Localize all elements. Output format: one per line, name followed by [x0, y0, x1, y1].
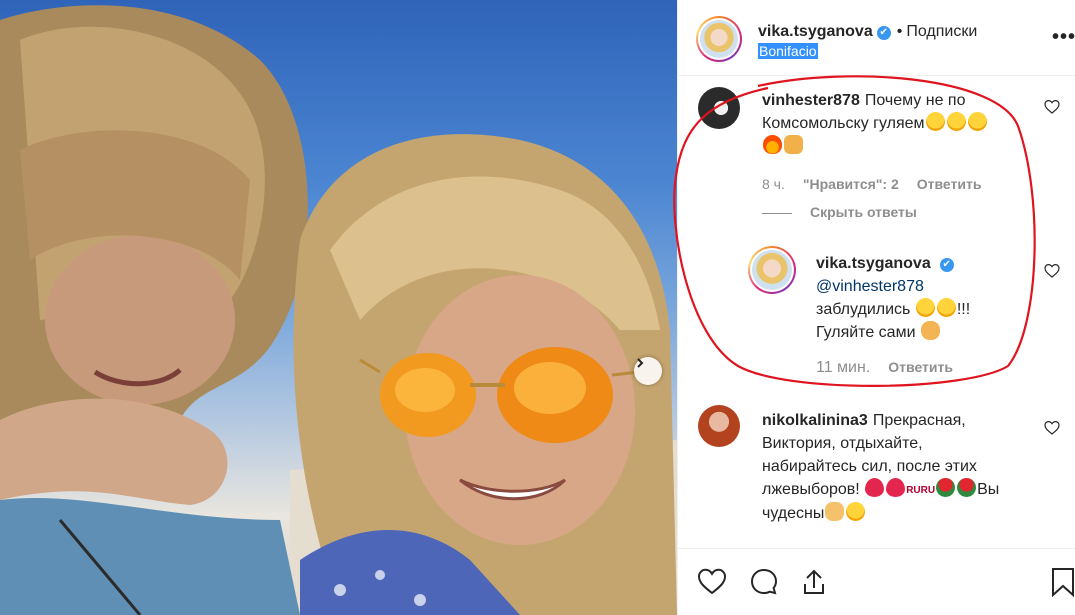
- comment-username[interactable]: vinhester878: [762, 92, 860, 109]
- comment-like-heart-icon[interactable]: [1044, 99, 1060, 115]
- share-icon[interactable]: [798, 566, 830, 598]
- author-avatar[interactable]: [696, 16, 742, 62]
- rofl-emoji-icon: [936, 298, 956, 317]
- photo-illustration: [0, 5, 677, 615]
- hide-replies-line: [762, 213, 792, 214]
- raised-hands-emoji-icon: [784, 135, 803, 154]
- reply-username[interactable]: vika.tsyganova: [816, 255, 931, 272]
- heart-emoji-icon: [865, 478, 885, 497]
- rofl-emoji-icon: [915, 298, 935, 317]
- next-photo-button[interactable]: [634, 357, 662, 385]
- reply-time: 11 мин.: [816, 359, 871, 376]
- comment-body-line: Прекрасная,: [872, 412, 966, 429]
- bookmark-icon[interactable]: [1047, 566, 1075, 598]
- ok-hand-emoji-icon: [920, 321, 940, 340]
- comment-body-line: Комсомольску гуляем: [762, 115, 925, 132]
- mention-link[interactable]: @vinhester878: [816, 278, 924, 295]
- comment-body-line: набирайтесь сил, после этих: [762, 458, 977, 475]
- reply-meta: 11 мин. Ответить: [816, 359, 971, 377]
- post-photo: [0, 0, 677, 615]
- author-line: vika.tsyganova ✔ • Подписки: [758, 23, 977, 41]
- more-options-button[interactable]: •••: [1052, 26, 1075, 49]
- rose-emoji-icon: [957, 478, 977, 497]
- action-bar: [678, 548, 1075, 615]
- fire-emoji-icon: [763, 135, 782, 154]
- commenter-avatar[interactable]: [698, 405, 740, 447]
- reply-like-heart-icon[interactable]: [1044, 263, 1060, 279]
- laughing-emoji-icon: [967, 112, 987, 131]
- laughing-emoji-icon: [925, 112, 945, 131]
- hide-replies-button[interactable]: Скрыть ответы: [810, 204, 917, 220]
- following-button[interactable]: Подписки: [906, 23, 977, 40]
- laughing-emoji-icon: [946, 112, 966, 131]
- comment-text: vinhester878 Почему не по Комсомольску гу…: [762, 89, 1032, 158]
- winking-emoji-icon: [846, 502, 866, 521]
- heart-icon[interactable]: [696, 566, 728, 598]
- reply-body-suffix: !!!: [956, 301, 971, 318]
- comment-icon[interactable]: [748, 566, 780, 598]
- rose-emoji-icon: [936, 478, 956, 497]
- verified-badge-icon: ✔: [939, 258, 954, 272]
- commenter-avatar[interactable]: [698, 87, 740, 129]
- reply-body-line: Гуляйте сами: [816, 324, 916, 341]
- reply-text: vika.tsyganova ✔ @vinhester878 заблудилис…: [816, 252, 1036, 344]
- separator-dot: •: [896, 23, 903, 40]
- comment-meta: 8 ч. "Нравится": 2 Ответить: [762, 176, 999, 192]
- verified-badge-icon: ✔: [876, 26, 891, 40]
- ru-flag-text: RURU: [906, 485, 936, 496]
- comment-body-line: Виктория, отдыхайте,: [762, 435, 923, 452]
- comment-body-line: Вы: [977, 481, 1000, 498]
- reply-avatar[interactable]: [748, 246, 796, 294]
- comment-username[interactable]: nikolkalinina3: [762, 412, 868, 429]
- reply-button[interactable]: Ответить: [888, 359, 953, 375]
- location-link[interactable]: Bonifacio: [758, 43, 818, 59]
- comment-body-line: чудесны: [762, 505, 825, 522]
- author-username[interactable]: vika.tsyganova: [758, 23, 873, 40]
- comment-body-line: лжевыборов!: [762, 481, 860, 498]
- comment-body-line: Почему не по: [864, 92, 966, 109]
- heart-emoji-icon: [886, 478, 906, 497]
- comment-like-count[interactable]: "Нравится": 2: [803, 176, 899, 192]
- comment-text: nikolkalinina3 Прекрасная, Виктория, отды…: [762, 409, 1032, 525]
- comment-like-heart-icon[interactable]: [1044, 420, 1060, 436]
- reply-body-line: заблудились: [816, 301, 911, 318]
- reply-button[interactable]: Ответить: [917, 176, 982, 192]
- comments-list: vinhester878 Почему не по Комсомольску гу…: [678, 77, 1075, 547]
- post-details-panel: vika.tsyganova ✔ • Подписки Bonifacio ••• v…: [673, 0, 1075, 615]
- post-header: vika.tsyganova ✔ • Подписки Bonifacio •••: [678, 0, 1075, 76]
- praying-hands-emoji-icon: [825, 502, 845, 521]
- chevron-right-icon: [637, 358, 644, 368]
- comment-time: 8 ч.: [762, 176, 785, 192]
